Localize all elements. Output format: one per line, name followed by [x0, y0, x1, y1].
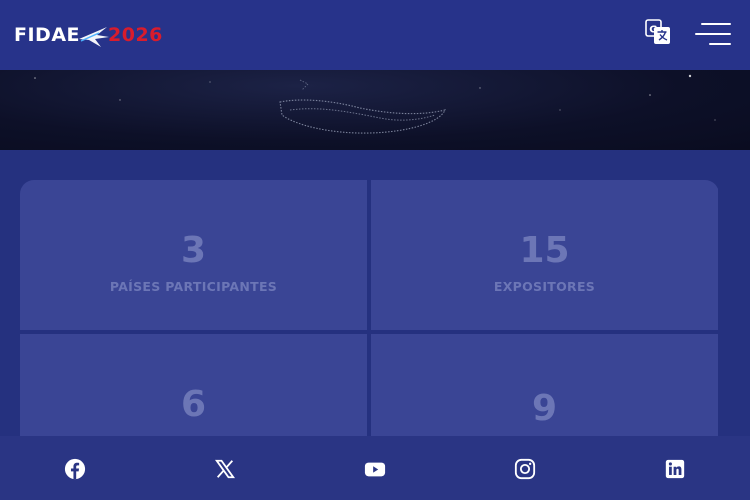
- stat-value-exhibitors: 15: [519, 230, 570, 271]
- menu-line-top: [701, 23, 731, 25]
- hero-banner: [0, 70, 750, 150]
- facebook-link[interactable]: [64, 458, 86, 480]
- linkedin-link[interactable]: [664, 458, 686, 480]
- stat-label-exhibitors: EXPOSITORES: [493, 279, 596, 294]
- stat-label-countries: PAÍSES PARTICIPANTES: [109, 279, 278, 294]
- jet-icon: [79, 27, 110, 47]
- instagram-link[interactable]: [514, 458, 536, 480]
- translate-button[interactable]: G: [645, 19, 671, 45]
- logo-text-left: FIDAE: [14, 24, 81, 46]
- linkedin-icon: [665, 459, 685, 479]
- top-header: FIDAE 2026 G: [0, 0, 750, 70]
- svg-text:G: G: [649, 25, 657, 36]
- stat-card-countries: 3 PAÍSES PARTICIPANTES: [20, 180, 367, 330]
- earth-dots-graphic: [34, 74, 716, 134]
- instagram-icon: [514, 458, 536, 480]
- stat-value-third: 6: [180, 384, 207, 425]
- logo-text-right: 2026: [108, 24, 163, 46]
- youtube-icon: [364, 462, 386, 477]
- fidae-logo[interactable]: FIDAE 2026: [14, 20, 163, 50]
- x-link[interactable]: [214, 458, 236, 480]
- menu-line-middle: [695, 33, 731, 35]
- stat-card-exhibitors: 15 EXPOSITORES: [371, 180, 718, 330]
- menu-button[interactable]: [695, 20, 731, 50]
- menu-line-bottom: [709, 43, 731, 45]
- x-twitter-icon: [214, 459, 236, 479]
- stat-value-countries: 3: [180, 230, 207, 271]
- youtube-link[interactable]: [364, 458, 386, 480]
- google-translate-icon: G: [645, 19, 670, 44]
- social-links-bar: [0, 436, 750, 500]
- stat-value-fourth: 9: [531, 388, 558, 429]
- facebook-icon: [64, 458, 86, 480]
